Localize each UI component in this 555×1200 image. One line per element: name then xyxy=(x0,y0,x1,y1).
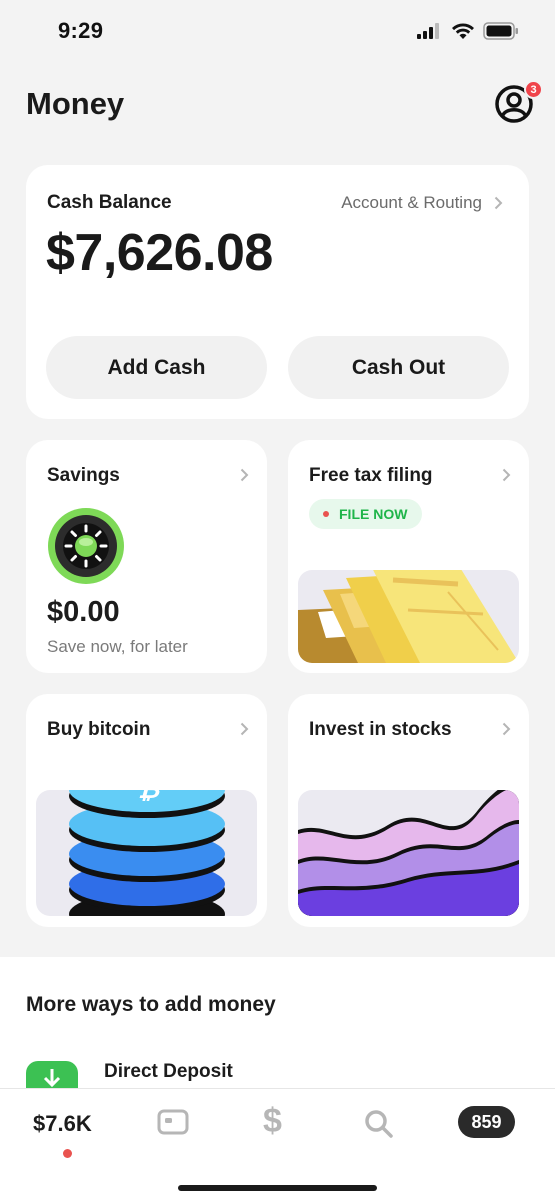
savings-amount: $0.00 xyxy=(47,596,120,628)
tab-money[interactable]: $7.6K xyxy=(33,1111,92,1137)
tax-illustration xyxy=(298,570,519,663)
account-routing-link[interactable]: Account & Routing xyxy=(341,193,503,213)
stocks-waves-icon xyxy=(298,790,519,916)
notification-badge: 3 xyxy=(524,80,543,99)
file-now-label: FILE NOW xyxy=(339,506,408,522)
savings-tile[interactable]: Savings $0.00 Save now, for later xyxy=(26,440,267,673)
bitcoin-coins-icon: ₿ xyxy=(69,790,225,916)
cellular-signal-icon xyxy=(417,23,439,39)
pay-tab-icon[interactable]: $ xyxy=(263,1102,282,1141)
cash-balance-amount: $7,626.08 xyxy=(46,224,273,282)
bitcoin-title: Buy bitcoin xyxy=(47,719,151,740)
direct-deposit-label[interactable]: Direct Deposit xyxy=(104,1061,233,1083)
stocks-illustration xyxy=(298,790,519,916)
red-dot-icon xyxy=(323,511,329,517)
active-tab-indicator xyxy=(63,1149,72,1158)
invest-in-stocks-tile[interactable]: Invest in stocks xyxy=(288,694,529,927)
down-arrow-icon xyxy=(43,1069,61,1088)
stocks-title: Invest in stocks xyxy=(309,719,452,740)
savings-title: Savings xyxy=(47,465,120,486)
search-icon[interactable] xyxy=(364,1109,394,1139)
free-tax-filing-tile[interactable]: Free tax filing FILE NOW xyxy=(288,440,529,673)
tax-documents-icon xyxy=(298,570,519,663)
savings-subtitle: Save now, for later xyxy=(47,637,188,656)
activity-tab[interactable]: 859 xyxy=(458,1106,515,1138)
chevron-right-icon xyxy=(502,468,511,482)
savings-vault-icon xyxy=(48,508,124,584)
status-bar: 9:29 xyxy=(0,0,555,62)
tax-title: Free tax filing xyxy=(309,465,433,486)
buy-bitcoin-tile[interactable]: Buy bitcoin ₿ xyxy=(26,694,267,927)
cash-out-button[interactable]: Cash Out xyxy=(288,336,509,399)
wifi-icon xyxy=(452,22,474,39)
account-routing-label: Account & Routing xyxy=(341,193,482,212)
file-now-badge[interactable]: FILE NOW xyxy=(309,499,423,529)
chevron-right-icon xyxy=(494,196,503,210)
cash-balance-card: Cash Balance Account & Routing $7,626.08… xyxy=(26,165,529,419)
home-indicator[interactable] xyxy=(178,1185,377,1191)
page-title: Money xyxy=(26,86,125,121)
chevron-right-icon xyxy=(240,722,249,736)
cash-balance-label: Cash Balance xyxy=(47,192,172,213)
bitcoin-illustration: ₿ xyxy=(36,790,257,916)
bottom-tab-bar: $7.6K $ 859 xyxy=(0,1088,555,1200)
more-ways-title: More ways to add money xyxy=(26,993,276,1016)
chevron-right-icon xyxy=(502,722,511,736)
battery-icon xyxy=(483,22,518,40)
add-cash-button[interactable]: Add Cash xyxy=(46,336,267,399)
status-icons xyxy=(417,22,519,40)
chevron-right-icon xyxy=(240,468,249,482)
status-time: 9:29 xyxy=(58,18,104,43)
card-tab-icon[interactable] xyxy=(157,1109,189,1135)
